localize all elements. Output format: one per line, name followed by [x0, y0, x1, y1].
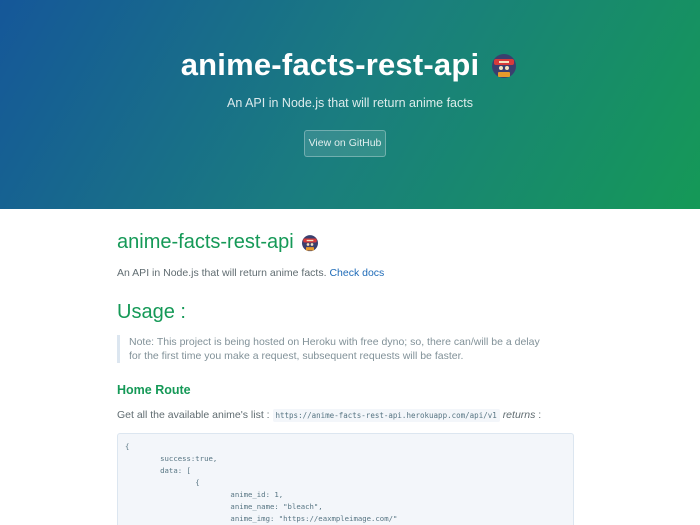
project-name: anime-facts-rest-api: [0, 47, 700, 83]
project-tagline: An API in Node.js that will return anime…: [227, 96, 473, 110]
content-title-text: anime-facts-rest-api: [117, 231, 294, 253]
intro-paragraph: An API in Node.js that will return anime…: [117, 267, 384, 279]
list-colon: :: [535, 409, 542, 421]
content-title: anime-facts-rest-api: [117, 231, 320, 254]
home-route-heading: Home Route: [117, 383, 191, 397]
check-docs-link[interactable]: Check docs: [329, 267, 384, 279]
view-on-github-button[interactable]: View on GitHub: [304, 130, 386, 157]
usage-heading: Usage :: [117, 301, 186, 323]
intro-text: An API in Node.js that will return anime…: [117, 267, 330, 279]
returns-text: returns: [502, 409, 536, 421]
ninja-emoji-icon: [301, 235, 318, 252]
ninja-emoji-icon: [492, 54, 517, 78]
list-text: Get all the available anime's list :: [117, 409, 273, 421]
list-endpoint-line: Get all the available anime's list : htt…: [117, 409, 542, 422]
response-code-block: { success:true, data: [ { anime_id: 1, a…: [117, 433, 574, 525]
project-name-text: anime-facts-rest-api: [180, 47, 480, 82]
page-header: anime-facts-rest-api An API in Node.js t…: [0, 0, 700, 209]
note-blockquote: Note: This project is being hosted on He…: [117, 335, 550, 363]
endpoint-url: https://anime-facts-rest-api.herokuapp.c…: [272, 409, 500, 422]
